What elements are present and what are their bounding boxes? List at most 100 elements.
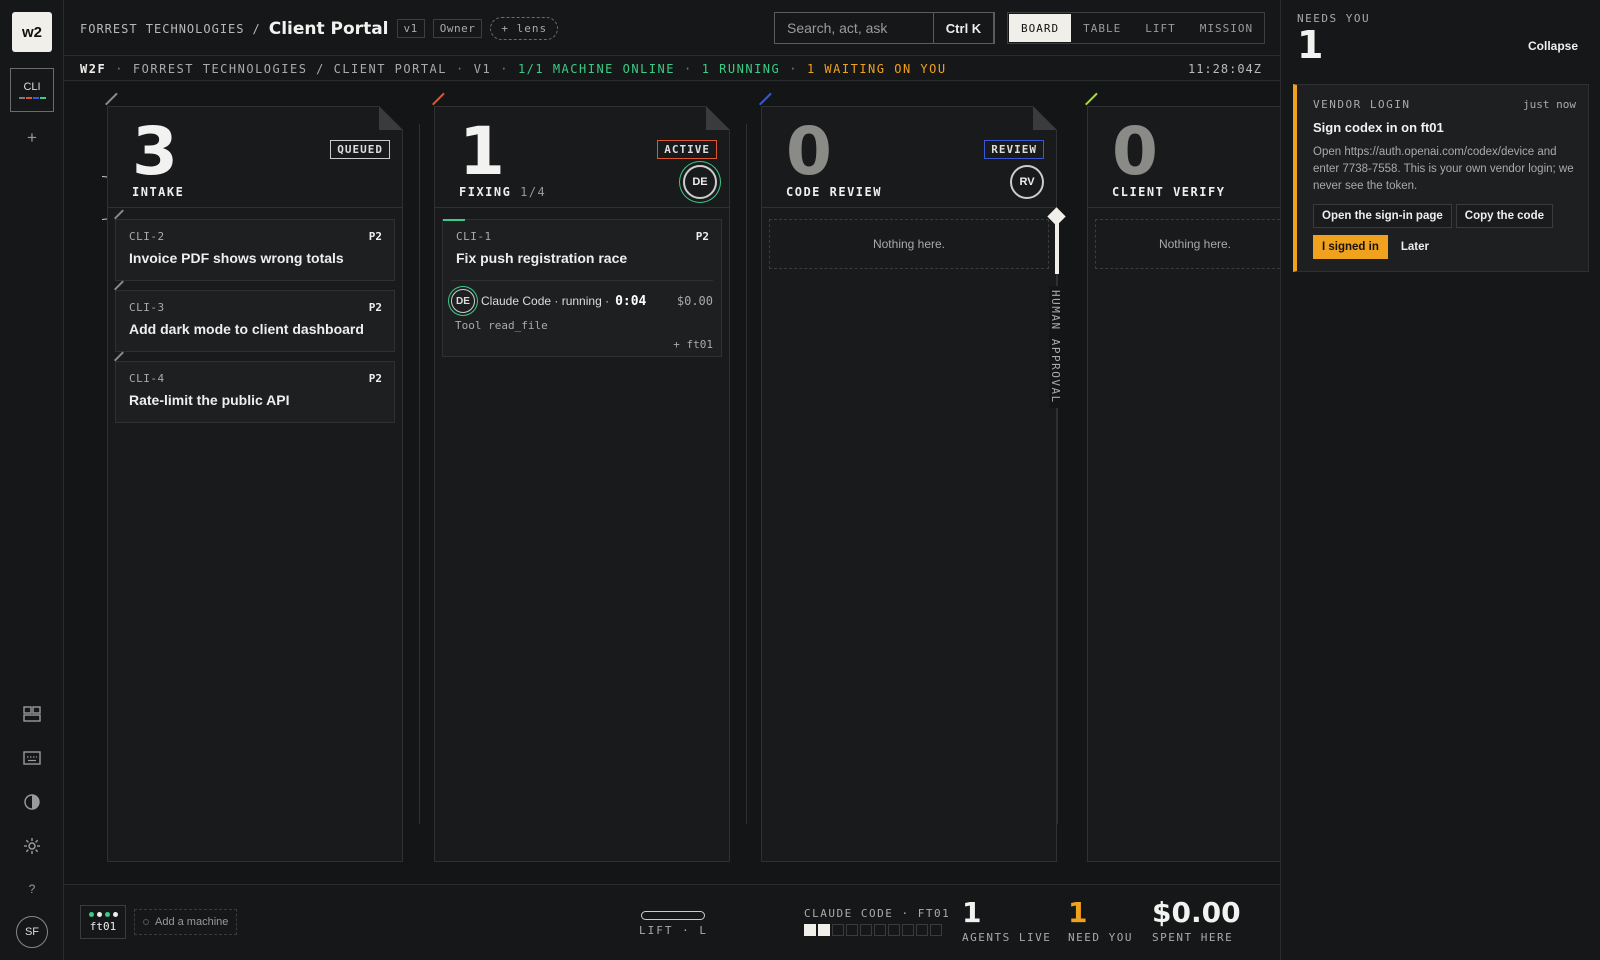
card-id: CLI-1 [456, 230, 492, 243]
agent-capacity: CLAUDE CODE · FT01 [804, 907, 950, 936]
column-sublabel: 1/4 [520, 185, 547, 199]
agent-run: DE Claude Code · running · 0:04 $0.00 To… [451, 280, 713, 351]
column-count: 0 [1112, 113, 1158, 190]
agent-avatar[interactable]: DE [683, 165, 717, 199]
gate-handle[interactable] [1047, 207, 1066, 226]
empty-state: Nothing here. [769, 219, 1049, 269]
contrast-icon[interactable] [16, 786, 48, 818]
command-search[interactable]: Search, act, ask Ctrl K [774, 12, 994, 44]
column-count: 0 [786, 113, 832, 190]
notice-type: VENDOR LOGIN [1313, 98, 1411, 111]
add-lens-button[interactable]: + lens [490, 17, 559, 40]
search-input[interactable]: Search, act, ask [775, 20, 933, 36]
column-label: INTAKE [132, 185, 185, 199]
lift-label: LIFT · L [639, 924, 708, 937]
column-code-review: 0 CODE REVIEW REVIEW RV Nothing here. [759, 92, 1057, 862]
agent-slots [804, 924, 950, 936]
plus-icon[interactable]: + [16, 122, 48, 154]
app-logo[interactable]: w2 [12, 12, 52, 52]
status-waiting[interactable]: 1 WAITING ON YOU [807, 62, 947, 76]
card-cli-2[interactable]: CLI-2 P2 Invoice PDF shows wrong totals [114, 209, 395, 281]
agent-avatar[interactable]: RV [1010, 165, 1044, 199]
vendor-login-notice: VENDOR LOGIN just now Sign codex in on f… [1293, 84, 1589, 272]
card-title: Rate-limit the public API [129, 392, 290, 408]
later-button[interactable]: Later [1392, 235, 1438, 259]
status-version: V1 [473, 61, 492, 76]
grid-icon[interactable] [16, 698, 48, 730]
agent-name: CLAUDE CODE · FT01 [804, 907, 951, 920]
breadcrumb-org[interactable]: FORREST TECHNOLOGIES [80, 22, 245, 36]
stat-spent: $0.00 SPENT HERE [1152, 896, 1241, 945]
tab-mission[interactable]: MISSION [1188, 14, 1265, 42]
card-priority: P2 [368, 372, 382, 385]
column-accent [105, 92, 118, 106]
keyboard-icon[interactable] [16, 742, 48, 774]
card-id: CLI-2 [129, 230, 165, 243]
copy-code-button[interactable]: Copy the code [1455, 204, 1553, 228]
run-timer: 0:04 [615, 293, 647, 309]
tab-table[interactable]: TABLE [1071, 14, 1133, 42]
column-divider [746, 124, 747, 824]
project-color-bars [18, 97, 46, 99]
column-count: 3 [132, 113, 178, 190]
column-label: CODE REVIEW [786, 185, 882, 199]
column-divider [419, 124, 420, 824]
card-id: CLI-4 [129, 372, 165, 385]
card-title: Invoice PDF shows wrong totals [129, 250, 344, 266]
machine-ft01[interactable]: ft01 [80, 905, 126, 939]
human-approval-gate: HUMAN APPROVAL [1039, 207, 1075, 824]
user-avatar[interactable]: SF [16, 916, 48, 948]
lift-pill [641, 911, 706, 920]
card-priority: P2 [695, 230, 709, 243]
card-id: CLI-3 [129, 301, 165, 314]
signed-in-button[interactable]: I signed in [1313, 235, 1388, 259]
project-tab-label: CLI [23, 81, 41, 93]
kanban-board: 3 INTAKE QUEUED CLI-2 P2 Invoice PDF sho… [64, 82, 1280, 884]
status-badge: QUEUED [330, 140, 390, 159]
stat-agents-live: 1 AGENTS LIVE [962, 896, 1052, 945]
run-tool: Tool read_file [455, 319, 548, 332]
column-count: 1 [459, 113, 505, 190]
lift-toggle[interactable]: LIFT · L [639, 911, 708, 937]
panel-count: 1 [1297, 23, 1324, 67]
open-signin-button[interactable]: Open the sign-in page [1313, 204, 1452, 228]
column-accent [1085, 92, 1098, 106]
card-cli-3[interactable]: CLI-3 P2 Add dark mode to client dashboa… [114, 280, 395, 352]
column-fixing: 1 FIXING 1/4 ACTIVE DE CLI-1 P2 Fix push… [432, 92, 730, 862]
stat-need-you[interactable]: 1 NEED YOU [1068, 899, 1133, 945]
tab-lift[interactable]: LIFT [1133, 14, 1188, 42]
run-machine: + ft01 [673, 338, 713, 351]
column-fold [379, 106, 403, 130]
status-running: 1 RUNNING [701, 61, 781, 76]
column-label: FIXING 1/4 [459, 185, 547, 199]
tab-board[interactable]: BOARD [1009, 14, 1072, 42]
search-cap [981, 12, 995, 44]
run-cost: $0.00 [676, 294, 713, 308]
status-machines: 1/1 MACHINE ONLINE [517, 61, 675, 76]
project-switcher-cli[interactable]: CLI [10, 68, 54, 112]
notice-heading: Sign codex in on ft01 [1313, 120, 1444, 135]
column-fold [1033, 106, 1057, 130]
status-clock: 11:28:04Z [1187, 62, 1262, 76]
approval-label: HUMAN APPROVAL [1049, 286, 1062, 408]
run-agent-avatar[interactable]: DE [451, 289, 475, 313]
card-cli-1[interactable]: CLI-1 P2 Fix push registration race DE C… [442, 219, 722, 357]
add-machine-button[interactable]: Add a machine [134, 909, 238, 935]
column-fold [706, 106, 730, 130]
gear-icon[interactable] [16, 830, 48, 862]
card-cli-4[interactable]: CLI-4 P2 Rate-limit the public API [114, 351, 395, 423]
machine-name: ft01 [89, 919, 117, 933]
help-icon[interactable]: ? [16, 873, 48, 905]
column-accent [432, 92, 445, 106]
version-tag: v1 [396, 19, 425, 38]
breadcrumb: FORREST TECHNOLOGIES / Client Portal v1 … [80, 17, 559, 40]
notice-body: Open https://auth.openai.com/codex/devic… [1313, 146, 1574, 192]
card-title: Fix push registration race [456, 250, 628, 266]
status-path: FORREST TECHNOLOGIES / CLIENT PORTAL [132, 61, 448, 76]
project-title[interactable]: Client Portal [269, 19, 389, 39]
column-client-verify: 0 CLIENT VERIFY Nothing here. [1085, 92, 1280, 862]
breadcrumb-separator: / [252, 21, 261, 36]
collapse-button[interactable]: Collapse [1528, 39, 1578, 53]
top-bar: FORREST TECHNOLOGIES / Client Portal v1 … [64, 0, 1280, 56]
column-intake: 3 INTAKE QUEUED CLI-2 P2 Invoice PDF sho… [105, 92, 403, 862]
